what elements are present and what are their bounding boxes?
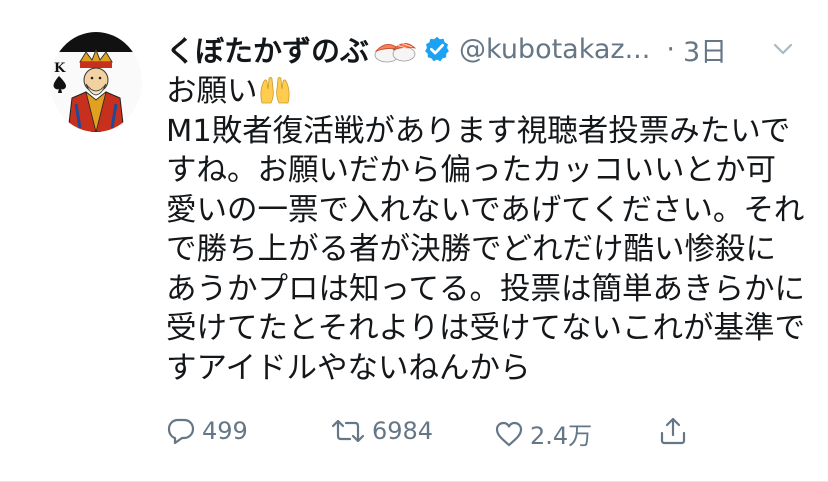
separator-dot: · <box>666 33 675 65</box>
reply-button[interactable]: 499 <box>166 416 248 446</box>
share-icon <box>660 417 686 445</box>
heart-icon <box>495 421 523 446</box>
reply-count: 499 <box>202 417 248 445</box>
tweet-text-prefix: お願い <box>166 74 258 109</box>
author-name[interactable]: くぼたかずのぶ <box>166 28 369 70</box>
retweet-button[interactable]: 6984 <box>330 416 433 446</box>
avatar[interactable]: K <box>50 32 142 132</box>
tweet-timestamp[interactable]: 3日 <box>683 30 727 69</box>
retweet-icon <box>331 419 365 443</box>
author-handle[interactable]: @kubotakaz... <box>459 34 650 65</box>
tweet-text-body: M1敗者復活戦があります視聴者投票みたいですね。お願いだから偏ったカッコいいとか… <box>166 113 805 386</box>
like-button[interactable]: 2.4万 <box>494 416 592 451</box>
reply-icon <box>167 418 195 445</box>
share-button[interactable] <box>658 416 688 446</box>
tweet-header: くぼたかずのぶ @kubotakaz... · 3日 <box>166 26 796 72</box>
chevron-down-icon[interactable] <box>770 36 796 62</box>
retweet-count: 6984 <box>372 417 434 445</box>
like-count: 2.4万 <box>530 422 593 450</box>
sushi-icon <box>373 34 417 64</box>
verified-badge-icon <box>423 35 451 63</box>
tweet-text: お願い M1敗者復活戦があります視聴者投票みたいですね。お願いだから偏ったカッコ… <box>166 72 806 388</box>
svg-text:K: K <box>54 61 66 76</box>
tweet-actions: 499 6984 2.4万 <box>166 416 706 456</box>
raised-hands-icon <box>258 75 292 105</box>
king-of-spades-card-avatar: K <box>50 32 142 132</box>
